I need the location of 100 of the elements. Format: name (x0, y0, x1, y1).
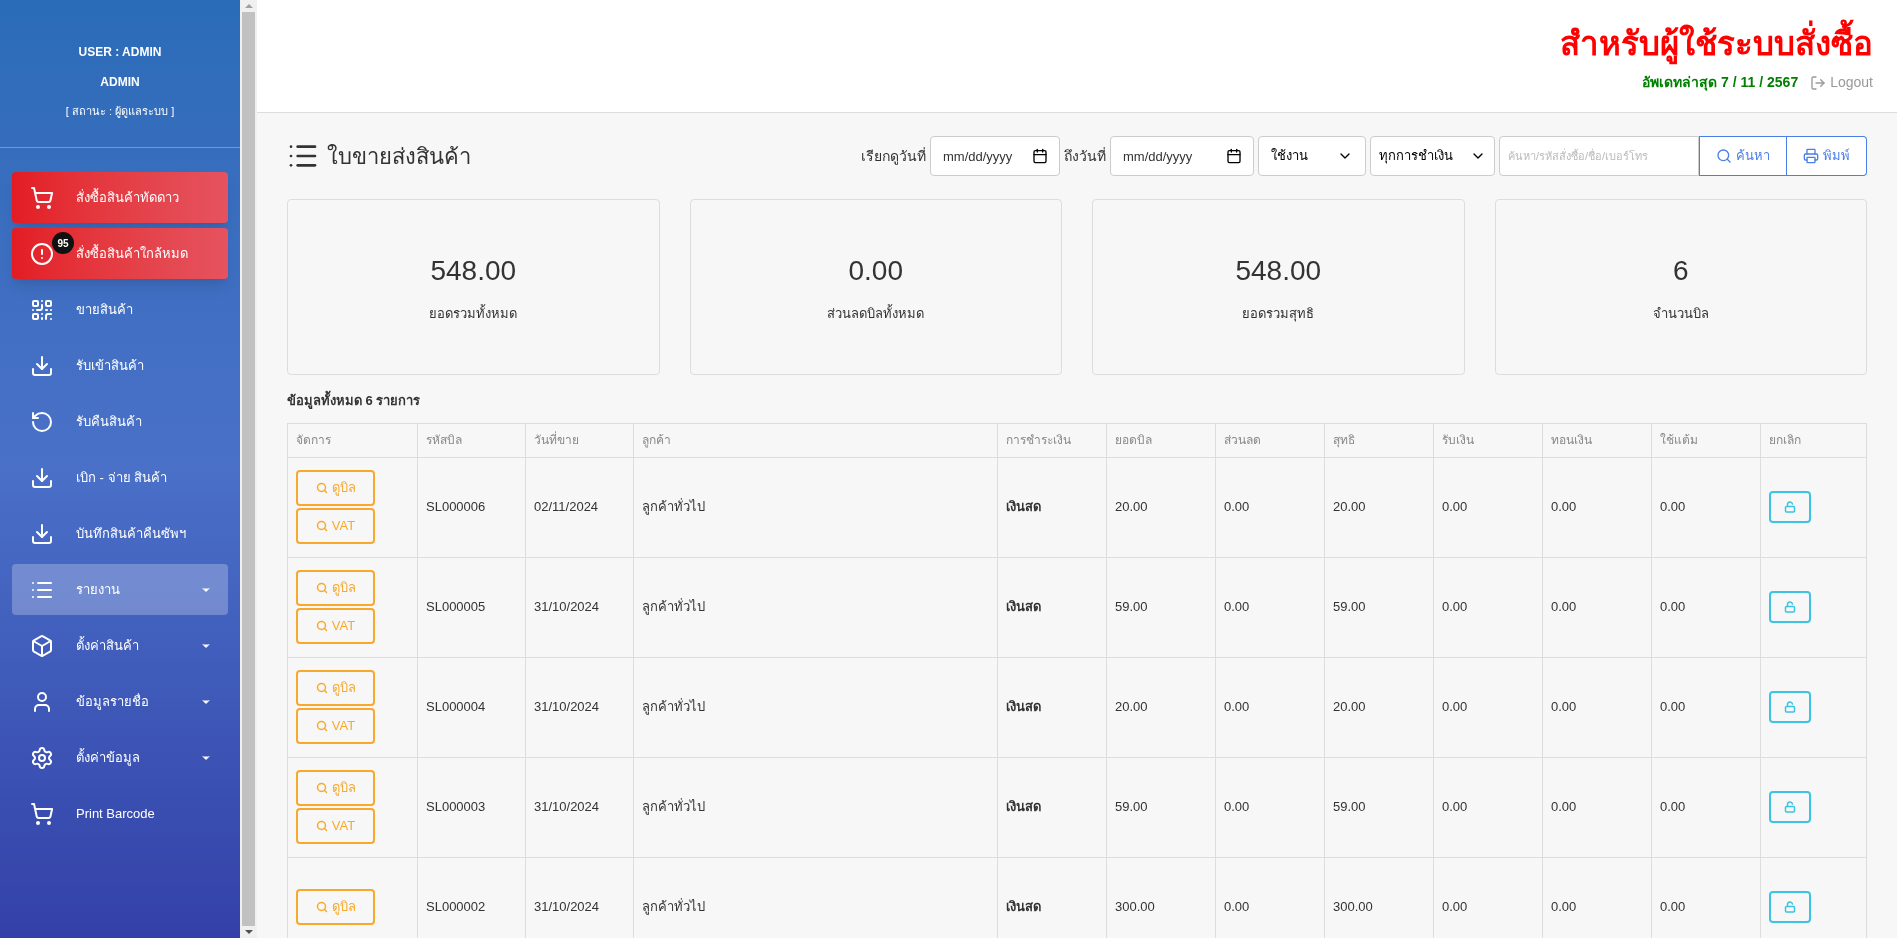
table-cell: SL000004 (417, 657, 526, 757)
user-status: [ สถานะ : ผู้ดูแลระบบ ] (65, 104, 175, 120)
column-header: ใช้แต้ม (1651, 423, 1761, 457)
scroll-up-icon[interactable] (244, 4, 253, 8)
table-cell: 0.00 (1433, 557, 1543, 657)
print-button[interactable]: พิมพ์ (1787, 136, 1867, 176)
logout-icon (1810, 74, 1827, 91)
calendar-icon[interactable] (1032, 148, 1048, 164)
payment-select[interactable]: ทุกการชำเงิน (1370, 136, 1495, 176)
stat-value: 6 (1672, 254, 1689, 289)
table-cell: 02/11/2024 (525, 457, 634, 557)
column-header: รับเงิน (1433, 423, 1543, 457)
sidebar-item[interactable]: บันทึกสินค้าคืนซัพฯ (12, 508, 228, 559)
from-date-label: เรียกดูวันที่ (861, 146, 926, 167)
stat-label: ส่วนลดบิลทั้งหมด (827, 304, 925, 324)
sidebar-item-label: ขายสินค้า (76, 300, 133, 319)
table-cell: 0.00 (1433, 657, 1543, 757)
user-label: USER : ADMIN (78, 44, 162, 62)
sidebar-item[interactable]: สั่งซื้อสินค้าทัดดาว (12, 172, 228, 223)
search-icon (1716, 148, 1732, 164)
sidebar-item[interactable]: ตั้งค่าสินค้า (12, 620, 228, 671)
search-icon (315, 820, 328, 832)
unlock-icon (1784, 801, 1796, 813)
table-cell: SL000003 (417, 757, 526, 857)
sidebar-item[interactable]: รับคืนสินค้า (12, 396, 228, 447)
table-cell: 20.00 (1106, 457, 1216, 557)
column-header: การชำระเงิน (997, 423, 1107, 457)
cancel-button[interactable] (1769, 691, 1811, 723)
table-cell: 31/10/2024 (525, 557, 634, 657)
column-header: วันที่ขาย (525, 423, 634, 457)
sidebar-item[interactable]: รายงาน (12, 564, 228, 615)
table-cell: 0.00 (1651, 457, 1761, 557)
to-date-label: ถึงวันที่ (1064, 146, 1106, 166)
search-icon (315, 520, 328, 532)
sidebar-item-label: ตั้งค่าข้อมูล (76, 747, 140, 768)
table-cell: 0.00 (1651, 757, 1761, 857)
sidebar-item[interactable]: เบิก - จ่าย สินค้า (12, 452, 228, 503)
sidebar-item[interactable]: 95 สั่งซื้อสินค้าใกล้หมด (12, 228, 228, 279)
sidebar-item-label: Print Barcode (76, 804, 155, 823)
scrollbar[interactable] (240, 0, 257, 938)
table-cell: เงินสด (997, 457, 1107, 557)
table-cell: 0.00 (1542, 557, 1652, 657)
stat-value: 548.00 (1235, 254, 1322, 289)
last-updated: อัพเดทล่าสุด 7 / 11 / 2567 (1642, 73, 1799, 93)
table-cell: 59.00 (1324, 557, 1434, 657)
sidebar-item[interactable]: ขายสินค้า (12, 284, 228, 335)
sidebar-item[interactable]: รับเข้าสินค้า (12, 340, 228, 391)
sidebar-item-label: รับคืนสินค้า (76, 412, 142, 431)
search-icon (315, 901, 328, 913)
sidebar-item[interactable]: Print Barcode (12, 788, 228, 839)
user-name: ADMIN (100, 74, 140, 92)
table-cell: 0.00 (1215, 757, 1325, 857)
table-cell: SL000005 (417, 557, 526, 657)
search-icon (315, 682, 328, 694)
column-header: ส่วนลด (1215, 423, 1325, 457)
date-field[interactable]: mm/dd/yyyy (930, 136, 1060, 176)
cancel-button[interactable] (1769, 491, 1811, 523)
table-cell: ลูกค้าทั่วไป (633, 757, 998, 857)
table-cell: ลูกค้าทั่วไป (633, 657, 998, 757)
table-cell: เงินสด (997, 557, 1107, 657)
cart-icon (28, 801, 56, 826)
sidebar-item-label: ตั้งค่าสินค้า (76, 635, 139, 655)
unlock-icon (1784, 901, 1796, 913)
table-cell: 0.00 (1542, 457, 1652, 557)
table-cell: 0.00 (1215, 657, 1325, 757)
unlock-icon (1784, 701, 1796, 713)
scroll-down-icon[interactable] (244, 930, 253, 934)
column-header: ยอดบิล (1106, 423, 1216, 457)
table-cell: 59.00 (1106, 757, 1216, 857)
logout-link[interactable]: Logout (1810, 72, 1873, 94)
calendar-icon[interactable] (1226, 148, 1242, 164)
search-button[interactable]: ค้นหา (1699, 136, 1787, 176)
cancel-button[interactable] (1769, 891, 1811, 923)
sidebar-item-label: รับเข้าสินค้า (76, 356, 144, 375)
table-cell: SL000006 (417, 457, 526, 557)
sidebar-item[interactable]: ตั้งค่าข้อมูล (12, 732, 228, 783)
cancel-button[interactable] (1769, 591, 1811, 623)
table-cell: ลูกค้าทั่วไป (633, 457, 998, 557)
table-cell: 0.00 (1651, 657, 1761, 757)
table-cell: 0.00 (1433, 457, 1543, 557)
scroll-thumb[interactable] (242, 12, 255, 926)
unlock-icon (1784, 601, 1796, 613)
table-cell: เงินสด (997, 657, 1107, 757)
search-icon (315, 582, 328, 594)
cancel-button[interactable] (1769, 791, 1811, 823)
table-cell: 0.00 (1433, 757, 1543, 857)
cart-icon (28, 185, 56, 210)
search-field[interactable]: ค้นหา/รหัสสั่งซื้อ/ชื่อ/เบอร์โทร (1499, 136, 1699, 176)
status-select[interactable]: ใช้งาน (1258, 136, 1366, 176)
date-field[interactable]: mm/dd/yyyy (1110, 136, 1254, 176)
stat-label: ยอดรวมทั้งหมด (429, 304, 518, 324)
stat-value: 548.00 (430, 254, 517, 289)
sidebar-item[interactable]: ข้อมูลรายชื่อ (12, 676, 228, 727)
column-header: รหัสบิล (417, 423, 526, 457)
sidebar-item-label: บันทึกสินค้าคืนซัพฯ (76, 524, 186, 543)
table-cell: 0.00 (1215, 457, 1325, 557)
table-cell: 0.00 (1651, 557, 1761, 657)
sidebar-item-label: เบิก - จ่าย สินค้า (76, 468, 168, 487)
table-cell: 20.00 (1324, 657, 1434, 757)
table-cell: 0.00 (1215, 557, 1325, 657)
